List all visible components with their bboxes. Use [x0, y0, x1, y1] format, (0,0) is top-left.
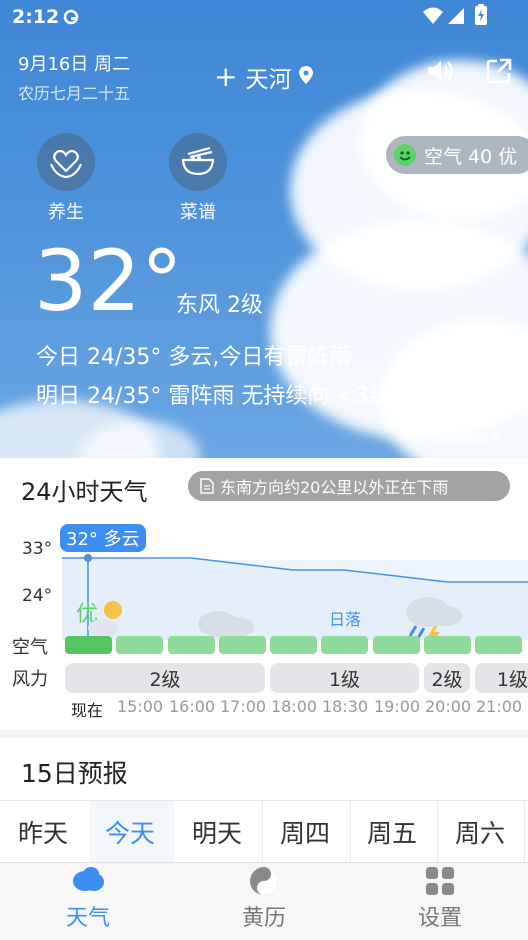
- current-wind: 东风 2级: [176, 293, 263, 318]
- published-time: 7分钟前发布: [434, 432, 502, 446]
- aq-bar: [475, 636, 522, 654]
- tab-thursday[interactable]: 周四: [280, 814, 330, 850]
- tooltip-text: 32° 多云: [66, 529, 140, 550]
- health-label: 养生: [48, 202, 84, 223]
- tab-sep: [524, 801, 525, 871]
- share-icon: [486, 58, 512, 84]
- tab-friday[interactable]: 周五: [367, 814, 417, 850]
- lunar-date-text: 农历七月二十五: [18, 84, 131, 103]
- aq-bar: [116, 636, 163, 654]
- aq-bar: [168, 636, 215, 654]
- city-selector[interactable]: + 天河: [214, 60, 314, 94]
- tab-sep: [437, 801, 438, 871]
- heart-hands-icon: [49, 149, 83, 179]
- aq-bar: [219, 636, 266, 654]
- forecast-title: 15日预报: [21, 759, 128, 788]
- rain-alert[interactable]: 东南方向约20公里以外正在下雨: [188, 471, 510, 501]
- aq-row-label: 空气: [12, 637, 48, 658]
- nav-almanac-label: 黄历: [241, 906, 286, 931]
- hour-label-now: 现在: [71, 701, 104, 720]
- yin-yang-icon: [250, 867, 278, 895]
- cloud-icon: [73, 867, 104, 891]
- hour-label: 19:00: [374, 697, 421, 716]
- nav-weather-label: 天气: [65, 906, 110, 931]
- hour-label: 17:00: [220, 697, 267, 716]
- hour-label: 21:00: [476, 697, 523, 716]
- wind-segment: 2级: [424, 663, 470, 693]
- hour-label: 15:00: [117, 697, 164, 716]
- current-temp-tooltip: 32° 多云: [60, 524, 146, 552]
- wind-row-label: 风力: [12, 669, 48, 690]
- tomorrow-summary: 明日 24/35° 雷阵雨 无持续向 <3级: [36, 384, 391, 409]
- tab-tomorrow[interactable]: 明天: [192, 814, 242, 850]
- battery-icon: [474, 4, 488, 30]
- today-summary: 今日 24/35° 多云,今日有雷阵雨: [36, 345, 352, 370]
- smiley-icon: [394, 144, 416, 166]
- aq-bar: [321, 636, 368, 654]
- tab-today[interactable]: 今天: [105, 814, 155, 850]
- health-button[interactable]: [37, 133, 95, 191]
- aq-bar: [270, 636, 317, 654]
- city-name: 天河: [245, 67, 292, 93]
- wind-segment: 1级: [475, 663, 528, 693]
- date-text: 9月16日 周二: [18, 54, 131, 75]
- air-quality-text: 空气 40 优: [424, 145, 518, 168]
- sync-icon: [62, 8, 80, 30]
- aq-bar: [373, 636, 420, 654]
- hour-label: 16:00: [169, 697, 216, 716]
- cloud-icon-hourly: [198, 611, 254, 637]
- hour-label: 18:30: [322, 697, 369, 716]
- recipe-button[interactable]: [169, 133, 227, 191]
- aq-bar-now: [65, 636, 112, 654]
- now-marker-dot: [84, 554, 92, 562]
- nav-settings-label: 设置: [417, 906, 462, 931]
- current-temperature: 32°: [34, 232, 183, 330]
- air-quality-badge[interactable]: 空气 40 优: [386, 136, 528, 174]
- location-pin-icon: [299, 64, 314, 90]
- weather-hero: 2:12 9月16日 周二 农历七月二十五 + 天河 养生 菜谱 空气 40 优…: [0, 0, 528, 458]
- forecast-divider: [0, 800, 528, 801]
- document-icon: [200, 478, 214, 494]
- hourly-title: 24小时天气: [21, 478, 148, 506]
- hour-label: 18:00: [271, 697, 318, 716]
- aq-bar: [424, 636, 471, 654]
- nav-weather[interactable]: 天气: [28, 866, 148, 932]
- add-city-icon: +: [214, 60, 238, 93]
- wifi-icon: [422, 6, 444, 30]
- nav-almanac[interactable]: 黄历: [204, 866, 324, 932]
- recipe-label: 菜谱: [180, 202, 216, 223]
- sunset-label: 日落: [329, 610, 362, 629]
- grid-icon: [426, 867, 454, 895]
- bowl-icon: [181, 146, 215, 176]
- status-time: 2:12: [12, 6, 60, 28]
- status-bar: 2:12: [0, 0, 528, 36]
- signal-icon: [446, 6, 466, 30]
- wind-segment: 2级: [65, 663, 265, 693]
- speaker-button[interactable]: [426, 58, 454, 88]
- nav-settings[interactable]: 设置: [380, 866, 500, 932]
- hour-label: 20:00: [425, 697, 472, 716]
- tab-saturday[interactable]: 周六: [455, 814, 505, 850]
- partly-cloudy-icon: [88, 601, 122, 637]
- forecast-panel: 15日预报: [0, 738, 528, 871]
- tab-sep: [262, 801, 263, 871]
- tab-yesterday[interactable]: 昨天: [18, 814, 68, 850]
- speaker-icon: [428, 61, 453, 81]
- share-button[interactable]: [486, 58, 512, 88]
- wind-segment: 1级: [270, 663, 419, 693]
- tab-sep: [350, 801, 351, 871]
- rain-alert-text: 东南方向约20公里以外正在下雨: [220, 478, 449, 497]
